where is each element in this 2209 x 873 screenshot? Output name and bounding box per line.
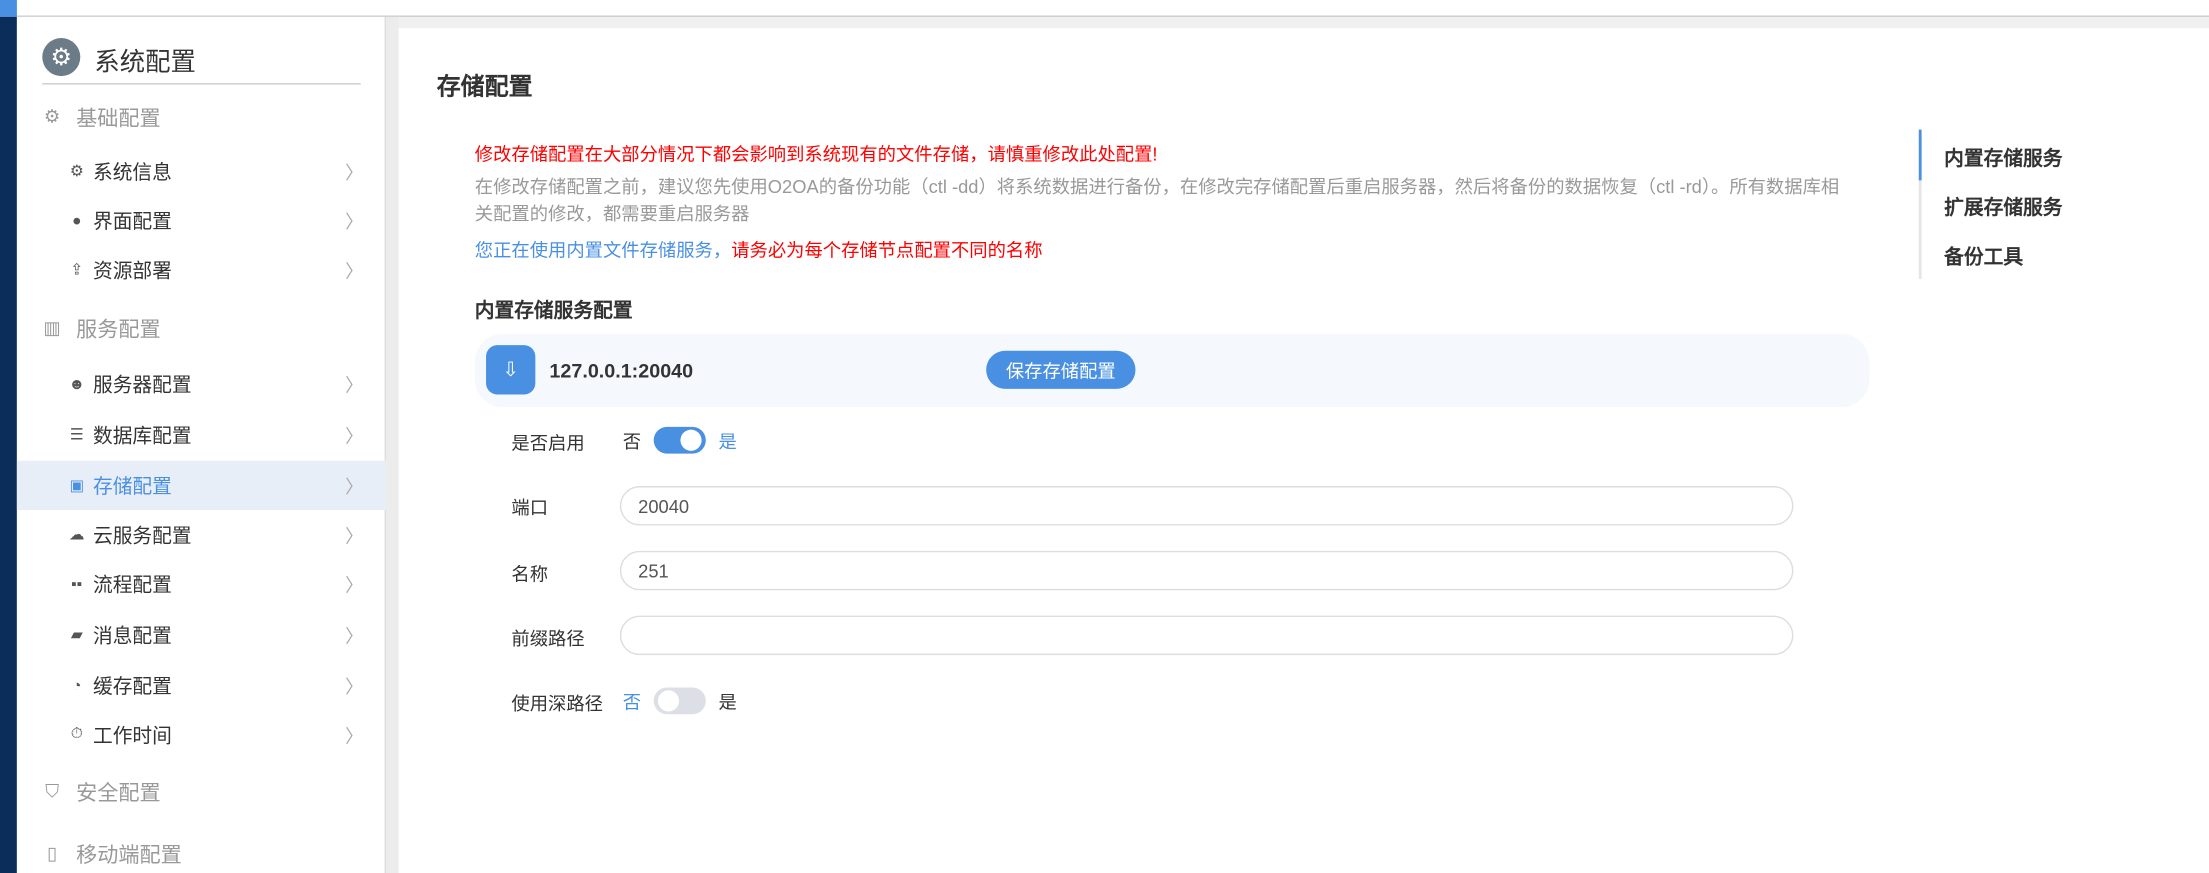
user-gear-icon: ☻ (68, 375, 85, 393)
chevron-right-icon: 〉 (345, 260, 364, 282)
right-nav-indicator (1918, 129, 1922, 181)
enable-toggle-group: 否 是 (623, 425, 737, 453)
deep-path-toggle-group: 否 是 (623, 686, 737, 714)
section-title: 内置存储服务配置 (474, 298, 633, 322)
page-title: 存储配置 (436, 73, 533, 101)
top-bar (0, 0, 2209, 17)
chevron-right-icon: 〉 (345, 725, 364, 747)
prefix-label: 前缀路径 (511, 628, 585, 650)
enable-toggle[interactable] (653, 426, 706, 453)
enable-on-label: 是 (718, 430, 737, 452)
sidebar: ⚙ 系统配置 ⚙ 基础配置 ⚙ 系统信息〉 ● 界面配置〉 ⇪ 资源部署〉 ▥ 服务配置 … (16, 16, 387, 873)
database-icon: ☰ (69, 426, 84, 444)
item-label: 工作时间 (92, 723, 172, 746)
sidebar-item-ui[interactable]: ● 界面配置 〉 (17, 196, 386, 245)
chevron-right-icon: 〉 (345, 574, 364, 596)
main-panel: 存储配置 修改存储配置在大部分情况下都会影响到系统现有的文件存储，请慎重修改此处… (398, 28, 2209, 873)
server-icon: ▥ (43, 316, 61, 339)
storage-icon: ⇩ (486, 345, 536, 395)
deep-path-toggle[interactable] (653, 686, 706, 714)
group-label: 安全配置 (76, 781, 161, 806)
backup-note: 在修改存储配置之前，建议您先使用O2OA的备份功能（ctl -dd）将系统数据进… (474, 176, 1840, 224)
item-label: 云服务配置 (92, 523, 192, 546)
flow-icon: ▪▪ (71, 575, 83, 593)
palette-icon: ● (72, 212, 82, 229)
port-input[interactable] (619, 486, 1794, 526)
pie-icon: ◔ (72, 676, 82, 694)
status-using: 您正在使用内置文件存储服务， (474, 239, 732, 261)
right-nav-backup[interactable]: 备份工具 (1944, 242, 2023, 270)
chevron-right-icon: 〉 (345, 525, 364, 547)
sidebar-item-deploy[interactable]: ⇪ 资源部署 〉 (17, 245, 386, 294)
item-label: 系统信息 (92, 159, 172, 183)
item-label: 存储配置 (92, 474, 172, 497)
storage-node-card: ⇩ 127.0.0.1:20040 保存存储配置 (474, 333, 1870, 408)
chevron-right-icon: 〉 (345, 625, 364, 647)
group-security[interactable]: ⛉ 安全配置 (42, 778, 160, 806)
chevron-right-icon: 〉 (345, 676, 364, 698)
deep-off-label: 否 (622, 691, 642, 713)
message-icon: ▰ (70, 626, 83, 644)
prefix-input[interactable] (619, 615, 1794, 656)
cloud-icon: ☁ (69, 526, 85, 544)
group-service: ▥ 服务配置 (42, 314, 160, 342)
deep-on-label: 是 (718, 691, 737, 713)
sidebar-shadow (386, 16, 399, 873)
divider (42, 83, 361, 85)
enable-label: 是否启用 (511, 432, 585, 454)
sidebar-item-message[interactable]: ▰ 消息配置 〉 (17, 610, 386, 659)
item-label: 流程配置 (92, 572, 172, 596)
toggle-knob (657, 689, 680, 711)
warning-text: 修改存储配置在大部分情况下都会影响到系统现有的文件存储，请慎重修改此处配置! (474, 143, 1158, 165)
status-warning: 请务必为每个存储节点配置不同的名称 (731, 239, 1043, 261)
app-logo[interactable] (0, 0, 17, 17)
chevron-right-icon: 〉 (345, 425, 364, 447)
item-label: 服务器配置 (92, 372, 192, 396)
stopwatch-icon: ⏱ (70, 725, 83, 743)
group-label: 服务配置 (76, 317, 161, 342)
port-label: 端口 (511, 497, 549, 519)
storage-status: 您正在使用内置文件存储服务，请务必为每个存储节点配置不同的名称 (475, 235, 1043, 262)
sidebar-item-storage[interactable]: ▣ 存储配置 〉 (16, 460, 387, 510)
deep-path-label: 使用深路径 (511, 693, 603, 715)
sidebar-title: 系统配置 (94, 47, 196, 77)
item-label: 资源部署 (92, 258, 172, 282)
item-label: 缓存配置 (92, 674, 172, 697)
right-nav-builtin[interactable]: 内置存储服务 (1944, 144, 2062, 172)
sidebar-item-cache[interactable]: ◔ 缓存配置 〉 (17, 661, 386, 710)
right-nav-extended[interactable]: 扩展存储服务 (1944, 193, 2062, 221)
toggle-knob (680, 428, 702, 451)
node-address: 127.0.0.1:20040 (549, 359, 694, 382)
group-mobile[interactable]: ▯ 移动端配置 (42, 840, 182, 868)
group-label: 移动端配置 (76, 843, 182, 868)
nav-strip (0, 16, 17, 873)
sidebar-item-server[interactable]: ☻ 服务器配置 〉 (17, 359, 386, 408)
item-label: 界面配置 (92, 209, 172, 232)
chevron-right-icon: 〉 (345, 211, 364, 233)
name-label: 名称 (511, 563, 549, 585)
gear-icon: ⚙ (43, 105, 61, 127)
sidebar-item-system-info[interactable]: ⚙ 系统信息 〉 (17, 147, 386, 196)
shield-icon: ⛉ (45, 780, 59, 802)
gear-icon: ⚙ (69, 163, 84, 181)
upload-icon: ⇪ (70, 262, 84, 279)
enable-off-label: 否 (622, 430, 642, 452)
chevron-right-icon: 〉 (345, 476, 364, 498)
item-label: 消息配置 (92, 623, 172, 646)
save-storage-button[interactable]: 保存存储配置 (986, 350, 1136, 389)
mobile-icon: ▯ (47, 842, 58, 864)
name-input[interactable] (619, 550, 1794, 591)
sidebar-item-database[interactable]: ☰ 数据库配置 〉 (17, 410, 386, 459)
chevron-right-icon: 〉 (345, 374, 364, 396)
sidebar-item-worktime[interactable]: ⏱ 工作时间 〉 (17, 710, 386, 759)
storage-icon: ▣ (69, 477, 85, 495)
chevron-right-icon: 〉 (345, 162, 364, 184)
gear-icon: ⚙ (42, 38, 81, 77)
item-label: 数据库配置 (92, 423, 192, 446)
sidebar-item-cloud[interactable]: ☁ 云服务配置 〉 (17, 510, 386, 559)
sidebar-item-flow[interactable]: ▪▪ 流程配置 〉 (17, 559, 386, 608)
group-basic: ⚙ 基础配置 (42, 103, 161, 131)
group-label: 基础配置 (76, 106, 161, 131)
